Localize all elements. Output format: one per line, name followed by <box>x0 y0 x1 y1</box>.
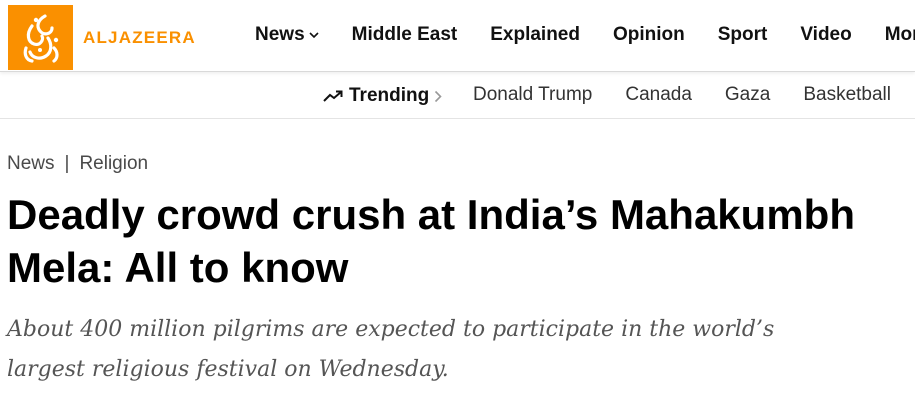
nav-item-label: Middle East <box>351 24 458 45</box>
nav-item-label: Video <box>800 24 852 45</box>
nav-item-label: Opinion <box>612 24 685 45</box>
main-nav: News Middle East Explained Opinion Sport… <box>255 24 915 46</box>
site-wordmark: ALJAZEERA <box>83 27 196 47</box>
nav-item-middle-east[interactable]: Middle East <box>352 24 458 46</box>
trending-title: Trending <box>349 85 430 106</box>
breadcrumb-separator: | <box>64 153 70 174</box>
site-logo-link[interactable]: ALJAZEERA <box>8 5 196 70</box>
nav-item-opinion[interactable]: Opinion <box>613 24 685 46</box>
aljazeera-logo-icon <box>8 5 73 70</box>
headline-line: Mela: All to know <box>7 244 349 291</box>
nav-item-label: Explained <box>490 24 580 45</box>
dek-line: largest religious festival on Wednesday. <box>7 357 449 382</box>
trending-link-gaza[interactable]: Gaza <box>725 84 770 106</box>
trending-links: Donald Trump Canada Gaza Basketball <box>473 84 915 106</box>
site-header: ALJAZEERA News Middle East Explained Opi… <box>0 0 915 72</box>
trending-label: Trending <box>323 85 442 107</box>
article-dek: About 400 million pilgrims are expected … <box>7 310 897 390</box>
trending-link-donald-trump[interactable]: Donald Trump <box>473 84 592 106</box>
chevron-down-icon <box>309 31 319 39</box>
nav-item-label: News <box>255 24 305 45</box>
trending-bar: Trending Donald Trump Canada Gaza Basket… <box>0 72 915 119</box>
nav-item-label: Sport <box>717 24 768 45</box>
nav-item-more[interactable]: More <box>885 24 915 46</box>
trending-link-basketball[interactable]: Basketball <box>803 84 891 106</box>
nav-item-explained[interactable]: Explained <box>490 24 580 46</box>
article-headline: Deadly crowd crush at India’s Mahakumbh … <box>7 188 897 294</box>
breadcrumb: News | Religion <box>7 153 148 175</box>
nav-item-news[interactable]: News <box>255 24 319 46</box>
trending-link-canada[interactable]: Canada <box>625 84 692 106</box>
dek-line: About 400 million pilgrims are expected … <box>7 317 775 342</box>
headline-line: Deadly crowd crush at India’s Mahakumbh <box>7 191 855 238</box>
nav-item-sport[interactable]: Sport <box>718 24 768 46</box>
trending-arrow-icon <box>323 90 343 102</box>
chevron-right-icon <box>434 90 442 103</box>
breadcrumb-news[interactable]: News <box>7 153 55 175</box>
nav-item-label: More <box>884 24 915 45</box>
breadcrumb-religion[interactable]: Religion <box>79 153 148 175</box>
nav-item-video[interactable]: Video <box>800 24 851 46</box>
